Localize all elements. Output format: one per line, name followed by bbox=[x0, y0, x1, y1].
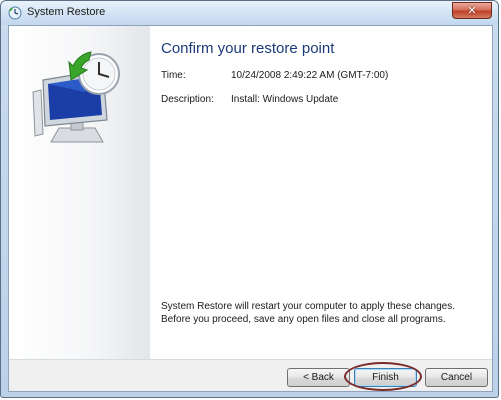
system-restore-icon bbox=[8, 6, 22, 20]
time-value: 10/24/2008 2:49:22 AM (GMT-7:00) bbox=[231, 70, 389, 81]
page-title: Confirm your restore point bbox=[161, 40, 335, 57]
description-value: Install: Windows Update bbox=[231, 94, 339, 105]
restart-notice: System Restore will restart your compute… bbox=[161, 301, 456, 325]
wizard-content: Confirm your restore point Time: 10/24/2… bbox=[8, 25, 493, 392]
window-title: System Restore bbox=[27, 6, 106, 18]
title-bar[interactable]: System Restore ✕ bbox=[1, 1, 498, 25]
finish-highlight-ring bbox=[344, 362, 422, 391]
monitor-clock-restore-icon bbox=[32, 51, 120, 143]
close-button[interactable]: ✕ bbox=[452, 2, 492, 19]
description-label: Description: bbox=[161, 94, 214, 105]
button-bar: < Back Finish Cancel bbox=[9, 359, 492, 391]
time-label: Time: bbox=[161, 70, 186, 81]
system-restore-window: System Restore ✕ Confirm your restore po… bbox=[0, 0, 499, 398]
side-panel bbox=[9, 26, 150, 359]
close-icon: ✕ bbox=[467, 4, 477, 17]
cancel-button[interactable]: Cancel bbox=[425, 368, 488, 387]
back-button[interactable]: < Back bbox=[287, 368, 350, 387]
